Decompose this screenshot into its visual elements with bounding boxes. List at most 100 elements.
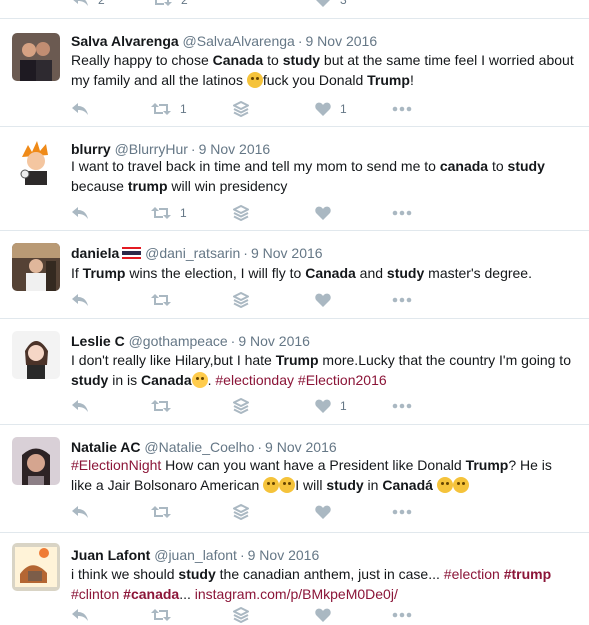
retweet-button[interactable]: 1: [151, 99, 187, 119]
like-button[interactable]: [315, 605, 331, 625]
more-options-button[interactable]: [392, 203, 412, 223]
analytics-button[interactable]: [233, 502, 249, 522]
reply-button[interactable]: [71, 502, 89, 522]
tweet-card[interactable]: Salva Alvarenga @SalvaAlvarenga · 9 Nov 20…: [0, 18, 589, 127]
more-options-button[interactable]: [392, 502, 412, 522]
tweet-actions: 1: [71, 203, 451, 223]
display-name[interactable]: Natalie AC: [71, 439, 141, 455]
tweet-actions: 1: [71, 396, 451, 416]
tweet-card[interactable]: Leslie C @gothampeace · 9 Nov 2016 I don't …: [0, 318, 589, 425]
avatar[interactable]: [12, 137, 60, 185]
reply-button[interactable]: [71, 99, 89, 119]
retweet-button[interactable]: [151, 605, 171, 625]
tweet-card[interactable]: Natalie AC @Natalie_Coelho · 9 Nov 2016 #El…: [0, 424, 589, 533]
tweet-link[interactable]: instagram.com/p/BMkpeM0De0j/: [195, 586, 398, 602]
retweet-icon: [151, 399, 171, 413]
username-handle[interactable]: @dani_ratsarin: [145, 245, 240, 261]
text-span: master's degree.: [424, 265, 532, 281]
avatar[interactable]: [12, 243, 60, 291]
keyword: Trump: [367, 72, 410, 88]
text-span: more.Lucky that the country I'm going to: [318, 352, 571, 368]
keyword: canada: [439, 158, 489, 174]
tweet-timestamp[interactable]: 9 Nov 2016: [248, 547, 320, 563]
tweet-timestamp[interactable]: 9 Nov 2016: [306, 33, 378, 49]
avatar[interactable]: [12, 331, 60, 379]
hashtag-link[interactable]: #clinton: [71, 586, 119, 602]
sad-face-icon: [263, 477, 280, 493]
hashtag-link[interactable]: #election: [444, 566, 500, 582]
tweet-card[interactable]: daniela @dani_ratsarin · 9 Nov 2016 If Trum…: [0, 230, 589, 319]
hashtag-link[interactable]: #canada: [123, 586, 179, 602]
analytics-button[interactable]: [233, 396, 249, 416]
more-options-button[interactable]: [392, 605, 412, 625]
username-handle[interactable]: @gothampeace: [129, 333, 228, 349]
reply-button[interactable]: [71, 290, 89, 310]
more-options-button[interactable]: [392, 396, 412, 416]
display-name[interactable]: Leslie C: [71, 333, 125, 349]
like-button[interactable]: 1: [315, 99, 347, 119]
avatar[interactable]: [12, 33, 60, 81]
keyword: Canada: [141, 372, 192, 388]
more-icon: [392, 210, 412, 216]
hashtag-link[interactable]: #electionday: [215, 372, 294, 388]
like-button[interactable]: [315, 290, 331, 310]
analytics-button[interactable]: [233, 203, 249, 223]
tweet-timeline: 2 2 3 Salva Alvarenga @SalvaAlvarenga · 9 …: [0, 0, 589, 623]
text-span: to: [488, 158, 508, 174]
tweet-card[interactable]: Juan Lafont @juan_lafont · 9 Nov 2016 i thi…: [0, 532, 589, 623]
reply-button[interactable]: 2: [71, 0, 105, 10]
hashtag-link[interactable]: #trump: [504, 566, 551, 582]
keyword: study: [178, 566, 216, 582]
retweet-icon: [151, 608, 171, 622]
username-handle[interactable]: @SalvaAlvarenga: [183, 33, 295, 49]
username-handle[interactable]: @Natalie_Coelho: [144, 439, 254, 455]
layers-icon: [233, 398, 249, 414]
analytics-button[interactable]: [233, 605, 249, 625]
sad-face-icon: [246, 72, 263, 88]
retweet-button[interactable]: [151, 502, 171, 522]
username-handle[interactable]: @BlurryHur: [115, 141, 188, 157]
tweet-header: Leslie C @gothampeace · 9 Nov 2016: [71, 332, 310, 350]
like-count: 3: [340, 0, 347, 7]
more-options-button[interactable]: [392, 99, 412, 119]
retweet-button[interactable]: [151, 396, 171, 416]
tweet-timestamp[interactable]: 9 Nov 2016: [238, 333, 310, 349]
retweet-icon: [151, 505, 171, 519]
display-name[interactable]: Salva Alvarenga: [71, 33, 179, 49]
like-button[interactable]: [315, 502, 331, 522]
like-button[interactable]: 1: [315, 396, 347, 416]
tweet-timestamp[interactable]: 9 Nov 2016: [199, 141, 271, 157]
more-options-button[interactable]: [392, 290, 412, 310]
display-name[interactable]: Juan Lafont: [71, 547, 150, 563]
tweet-timestamp[interactable]: 9 Nov 2016: [251, 245, 323, 261]
like-button[interactable]: [315, 203, 331, 223]
avatar[interactable]: [12, 437, 60, 485]
separator-dot: ·: [190, 141, 196, 157]
display-name[interactable]: blurry: [71, 141, 111, 157]
tweet-card[interactable]: blurry @BlurryHur · 9 Nov 2016 I want to tr…: [0, 126, 589, 231]
text-span: I don't really like Hilary,but I hate: [71, 352, 276, 368]
separator-dot: ·: [239, 547, 245, 563]
like-button[interactable]: 3: [315, 0, 347, 10]
separator-dot: ·: [257, 439, 263, 455]
hashtag-link[interactable]: #Election2016: [298, 372, 387, 388]
retweet-icon: [152, 0, 172, 7]
retweet-button[interactable]: 1: [151, 203, 187, 223]
grimacing-face-icon: [452, 477, 469, 493]
tweet-header: Salva Alvarenga @SalvaAlvarenga · 9 Nov 20…: [71, 32, 377, 50]
username-handle[interactable]: @juan_lafont: [154, 547, 237, 563]
reply-button[interactable]: [71, 396, 89, 416]
analytics-button[interactable]: [233, 290, 249, 310]
reply-button[interactable]: [71, 203, 89, 223]
retweet-button[interactable]: 2: [152, 0, 188, 10]
avatar[interactable]: [12, 543, 60, 591]
tweet-timestamp[interactable]: 9 Nov 2016: [265, 439, 337, 455]
reply-button[interactable]: [71, 605, 89, 625]
display-name[interactable]: daniela: [71, 245, 119, 261]
retweet-icon: [151, 102, 171, 116]
retweet-count: 2: [181, 0, 188, 7]
hashtag-link[interactable]: #ElectionNight: [71, 457, 161, 473]
analytics-button[interactable]: [233, 99, 249, 119]
retweet-button[interactable]: [151, 290, 171, 310]
text-span: will win presidency: [167, 178, 288, 194]
